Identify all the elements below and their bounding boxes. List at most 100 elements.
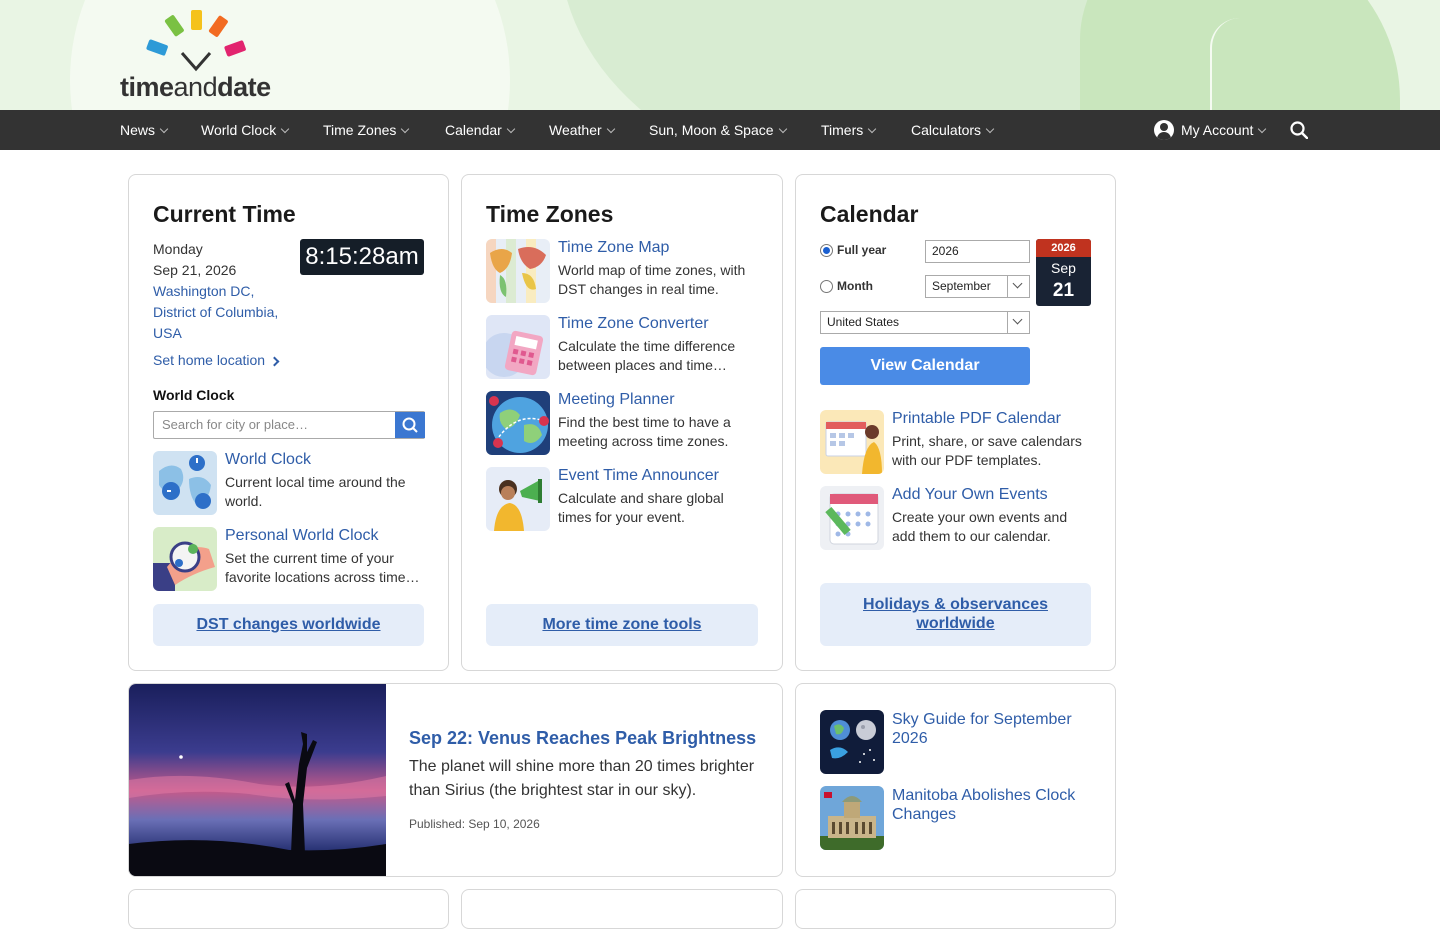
- chevron-down-icon: [606, 124, 615, 134]
- chevron-down-icon: [1007, 312, 1029, 333]
- tool-add-your-own-events[interactable]: Add Your Own Events Create your own even…: [820, 486, 1100, 556]
- card-title: Time Zones: [486, 201, 614, 227]
- add-your-own-events-thumbnail: [820, 486, 884, 550]
- tool-description: World map of time zones, with DST change…: [558, 262, 746, 297]
- tool-title: Event Time Announcer: [558, 467, 719, 484]
- logo-text: timeanddate: [120, 72, 271, 102]
- tool-meeting-planner[interactable]: Meeting Planner Find the best time to ha…: [486, 391, 766, 461]
- tool-description: Find the best time to have a meeting acr…: [558, 414, 731, 449]
- calendar-date-icon: 2026 Sep 21: [1036, 239, 1091, 306]
- feature-article-card[interactable]: Sep 22: Venus Reaches Peak Brightness Th…: [128, 683, 783, 877]
- nav-world-clock[interactable]: World Clock: [201, 110, 290, 150]
- meeting-planner-thumbnail: [486, 391, 550, 455]
- chevron-right-icon: [269, 356, 280, 367]
- chevron-down-icon: [778, 124, 787, 134]
- nav-time-zones[interactable]: Time Zones: [323, 110, 410, 150]
- venus-sunset-image: [129, 684, 386, 876]
- chevron-down-icon: [280, 124, 290, 134]
- chevron-down-icon: [401, 124, 410, 134]
- calendar-card: Calendar Full year Month 2026 September …: [795, 174, 1116, 671]
- tool-description: Print, share, or save calendars with our…: [892, 433, 1082, 468]
- logo-sunburst-icon: [146, 10, 246, 72]
- chevron-down-icon: [1007, 276, 1029, 297]
- calendar-icon-year: 2026: [1036, 239, 1091, 257]
- main-nav: News World Clock Time Zones Calendar Wea…: [0, 110, 1440, 150]
- account-icon: [1154, 120, 1174, 141]
- location-link[interactable]: Washington DC, District of Columbia, USA: [153, 281, 278, 344]
- tool-title: Add Your Own Events: [892, 486, 1048, 503]
- search-icon: [402, 417, 418, 433]
- current-time-card: Current Time Monday Sep 21, 2026 Washing…: [128, 174, 449, 671]
- chevron-down-icon: [985, 124, 995, 134]
- banner-decoration: [1210, 18, 1240, 110]
- search-icon[interactable]: [1290, 121, 1308, 139]
- news-sky-guide[interactable]: Sky Guide for September 2026: [820, 710, 1100, 780]
- city-search-button[interactable]: [395, 412, 425, 438]
- year-input[interactable]: 2026: [925, 240, 1030, 263]
- chevron-down-icon: [159, 124, 169, 134]
- nav-timers[interactable]: Timers: [821, 110, 877, 150]
- dst-changes-button[interactable]: DST changes worldwide: [153, 604, 424, 646]
- view-calendar-button[interactable]: View Calendar: [820, 347, 1030, 385]
- month-label: Month: [837, 279, 873, 293]
- month-radio[interactable]: [820, 280, 833, 293]
- news-title: Manitoba Abolishes Clock Changes: [892, 787, 1076, 823]
- tool-world-clock[interactable]: World Clock Current local time around th…: [153, 451, 433, 521]
- weekday: Monday: [153, 241, 203, 257]
- news-manitoba-clock-changes[interactable]: Manitoba Abolishes Clock Changes: [820, 786, 1100, 856]
- feature-headline[interactable]: Sep 22: Venus Reaches Peak Brightness: [409, 728, 756, 749]
- feature-body: The planet will shine more than 20 times…: [409, 758, 755, 799]
- world-clock-label: World Clock: [153, 387, 235, 403]
- side-news-card: Sky Guide for September 2026 Manitoba Ab…: [795, 683, 1116, 877]
- nav-news[interactable]: News: [120, 110, 169, 150]
- nav-calculators[interactable]: Calculators: [911, 110, 995, 150]
- tool-title: Printable PDF Calendar: [892, 410, 1061, 427]
- tool-time-zone-converter[interactable]: Time Zone Converter Calculate the time d…: [486, 315, 766, 385]
- printable-pdf-calendar-thumbnail: [820, 410, 884, 474]
- date: Sep 21, 2026: [153, 262, 237, 278]
- full-year-radio[interactable]: [820, 244, 833, 257]
- world-clock-thumbnail: [153, 451, 217, 515]
- country-select[interactable]: United States: [820, 311, 1030, 334]
- sky-guide-thumbnail: [820, 710, 884, 774]
- set-home-location-link[interactable]: Set home location: [153, 350, 280, 371]
- tool-title: Personal World Clock: [225, 527, 379, 544]
- tool-description: Current local time around the world.: [225, 474, 406, 509]
- more-time-zone-tools-button[interactable]: More time zone tools: [486, 604, 758, 646]
- tool-printable-pdf-calendar[interactable]: Printable PDF Calendar Print, share, or …: [820, 410, 1100, 480]
- event-time-announcer-thumbnail: [486, 467, 550, 531]
- nav-my-account[interactable]: My Account: [1154, 110, 1267, 150]
- tool-title: Meeting Planner: [558, 391, 675, 408]
- calendar-icon-day: 21: [1052, 280, 1075, 301]
- nav-calendar[interactable]: Calendar: [445, 110, 516, 150]
- holidays-observances-button[interactable]: Holidays & observances worldwide: [820, 583, 1091, 646]
- chevron-down-icon: [1258, 124, 1267, 134]
- city-search-input[interactable]: Search for city or place…: [153, 411, 425, 439]
- tool-description: Create your own events and add them to o…: [892, 509, 1068, 544]
- tool-description: Set the current time of your favorite lo…: [225, 550, 420, 585]
- nav-sun-moon-space[interactable]: Sun, Moon & Space: [649, 110, 787, 150]
- tool-title: World Clock: [225, 451, 311, 468]
- tool-event-time-announcer[interactable]: Event Time Announcer Calculate and share…: [486, 467, 766, 537]
- tool-description: Calculate and share global times for you…: [558, 490, 724, 525]
- banner-decoration: [1080, 0, 1400, 110]
- feature-published-date: Published: Sep 10, 2026: [409, 817, 540, 831]
- manitoba-legislature-thumbnail: [820, 786, 884, 850]
- time-zone-converter-thumbnail: [486, 315, 550, 379]
- chevron-down-icon: [506, 124, 516, 134]
- tool-personal-world-clock[interactable]: Personal World Clock Set the current tim…: [153, 527, 433, 597]
- tool-title: Time Zone Converter: [558, 315, 709, 332]
- card-title: Calendar: [820, 201, 919, 227]
- full-year-label: Full year: [837, 243, 887, 257]
- chevron-down-icon: [868, 124, 877, 134]
- bottom-card: [461, 889, 783, 929]
- clock-display: 8:15:28am: [300, 239, 424, 275]
- header-banner: timeanddate: [0, 0, 1440, 110]
- site-logo[interactable]: timeanddate: [120, 8, 280, 104]
- nav-weather[interactable]: Weather: [549, 110, 615, 150]
- calendar-icon-month: Sep: [1051, 260, 1076, 276]
- tool-description: Calculate the time difference between pl…: [558, 338, 736, 373]
- news-title: Sky Guide for September 2026: [892, 711, 1072, 747]
- month-select[interactable]: September: [925, 275, 1030, 298]
- tool-time-zone-map[interactable]: Time Zone Map World map of time zones, w…: [486, 239, 766, 309]
